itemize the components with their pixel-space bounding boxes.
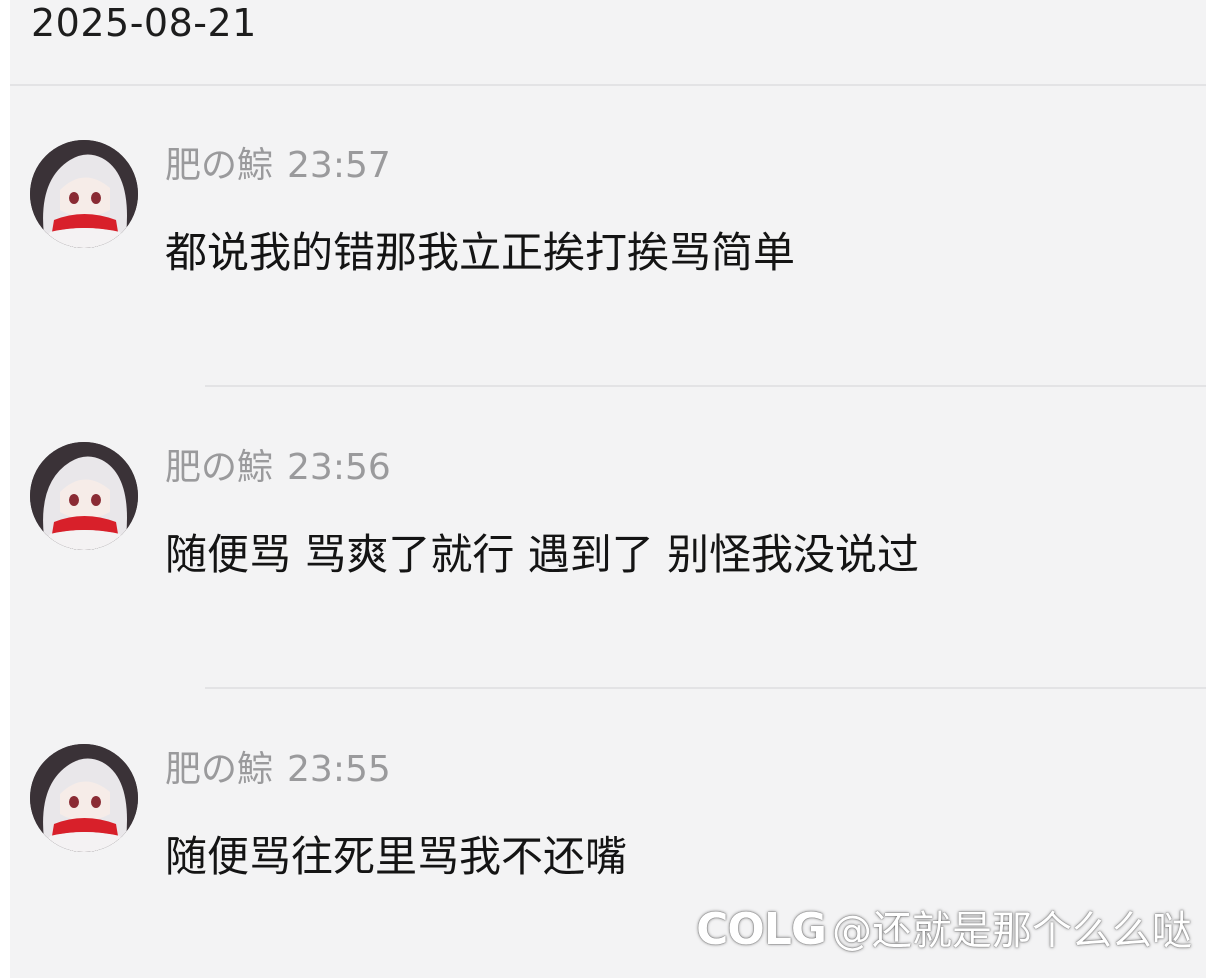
message-time: 23:57 bbox=[287, 145, 391, 186]
sender-name[interactable]: 肥の鯮 bbox=[165, 749, 273, 790]
watermark: COLG @还就是那个么么哒 bbox=[696, 900, 1192, 960]
watermark-brand: COLG bbox=[696, 904, 827, 955]
message-item[interactable]: 肥の鯮 23:55 随便骂往死里骂我不还嘴 bbox=[10, 744, 1206, 914]
message-divider bbox=[205, 385, 1206, 387]
chat-history-panel: 2025-08-21 肥の鯮 23:57 都说我的错那我立正挨打挨骂简单 肥の鯮… bbox=[10, 0, 1206, 978]
message-time: 23:56 bbox=[287, 447, 391, 488]
date-header: 2025-08-21 bbox=[31, 1, 257, 45]
avatar[interactable] bbox=[30, 744, 138, 852]
avatar-image bbox=[30, 442, 138, 550]
message-meta: 肥の鯮 23:56 bbox=[165, 446, 391, 490]
avatar[interactable] bbox=[30, 140, 138, 248]
message-text[interactable]: 随便骂往死里骂我不还嘴 bbox=[165, 832, 627, 882]
message-item[interactable]: 肥の鯮 23:56 随便骂 骂爽了就行 遇到了 别怪我没说过 bbox=[10, 442, 1206, 612]
message-time: 23:55 bbox=[287, 749, 391, 790]
sender-name[interactable]: 肥の鯮 bbox=[165, 447, 273, 488]
sender-name[interactable]: 肥の鯮 bbox=[165, 145, 273, 186]
message-divider bbox=[205, 687, 1206, 689]
avatar-image bbox=[30, 744, 138, 852]
avatar-image bbox=[30, 140, 138, 248]
message-meta: 肥の鯮 23:57 bbox=[165, 144, 391, 188]
date-divider bbox=[10, 84, 1206, 86]
message-text[interactable]: 都说我的错那我立正挨打挨骂简单 bbox=[165, 228, 795, 278]
message-text[interactable]: 随便骂 骂爽了就行 遇到了 别怪我没说过 bbox=[165, 530, 919, 580]
message-item[interactable]: 肥の鯮 23:57 都说我的错那我立正挨打挨骂简单 bbox=[10, 140, 1206, 310]
message-meta: 肥の鯮 23:55 bbox=[165, 748, 391, 792]
watermark-handle: @还就是那个么么哒 bbox=[832, 908, 1192, 954]
avatar[interactable] bbox=[30, 442, 138, 550]
